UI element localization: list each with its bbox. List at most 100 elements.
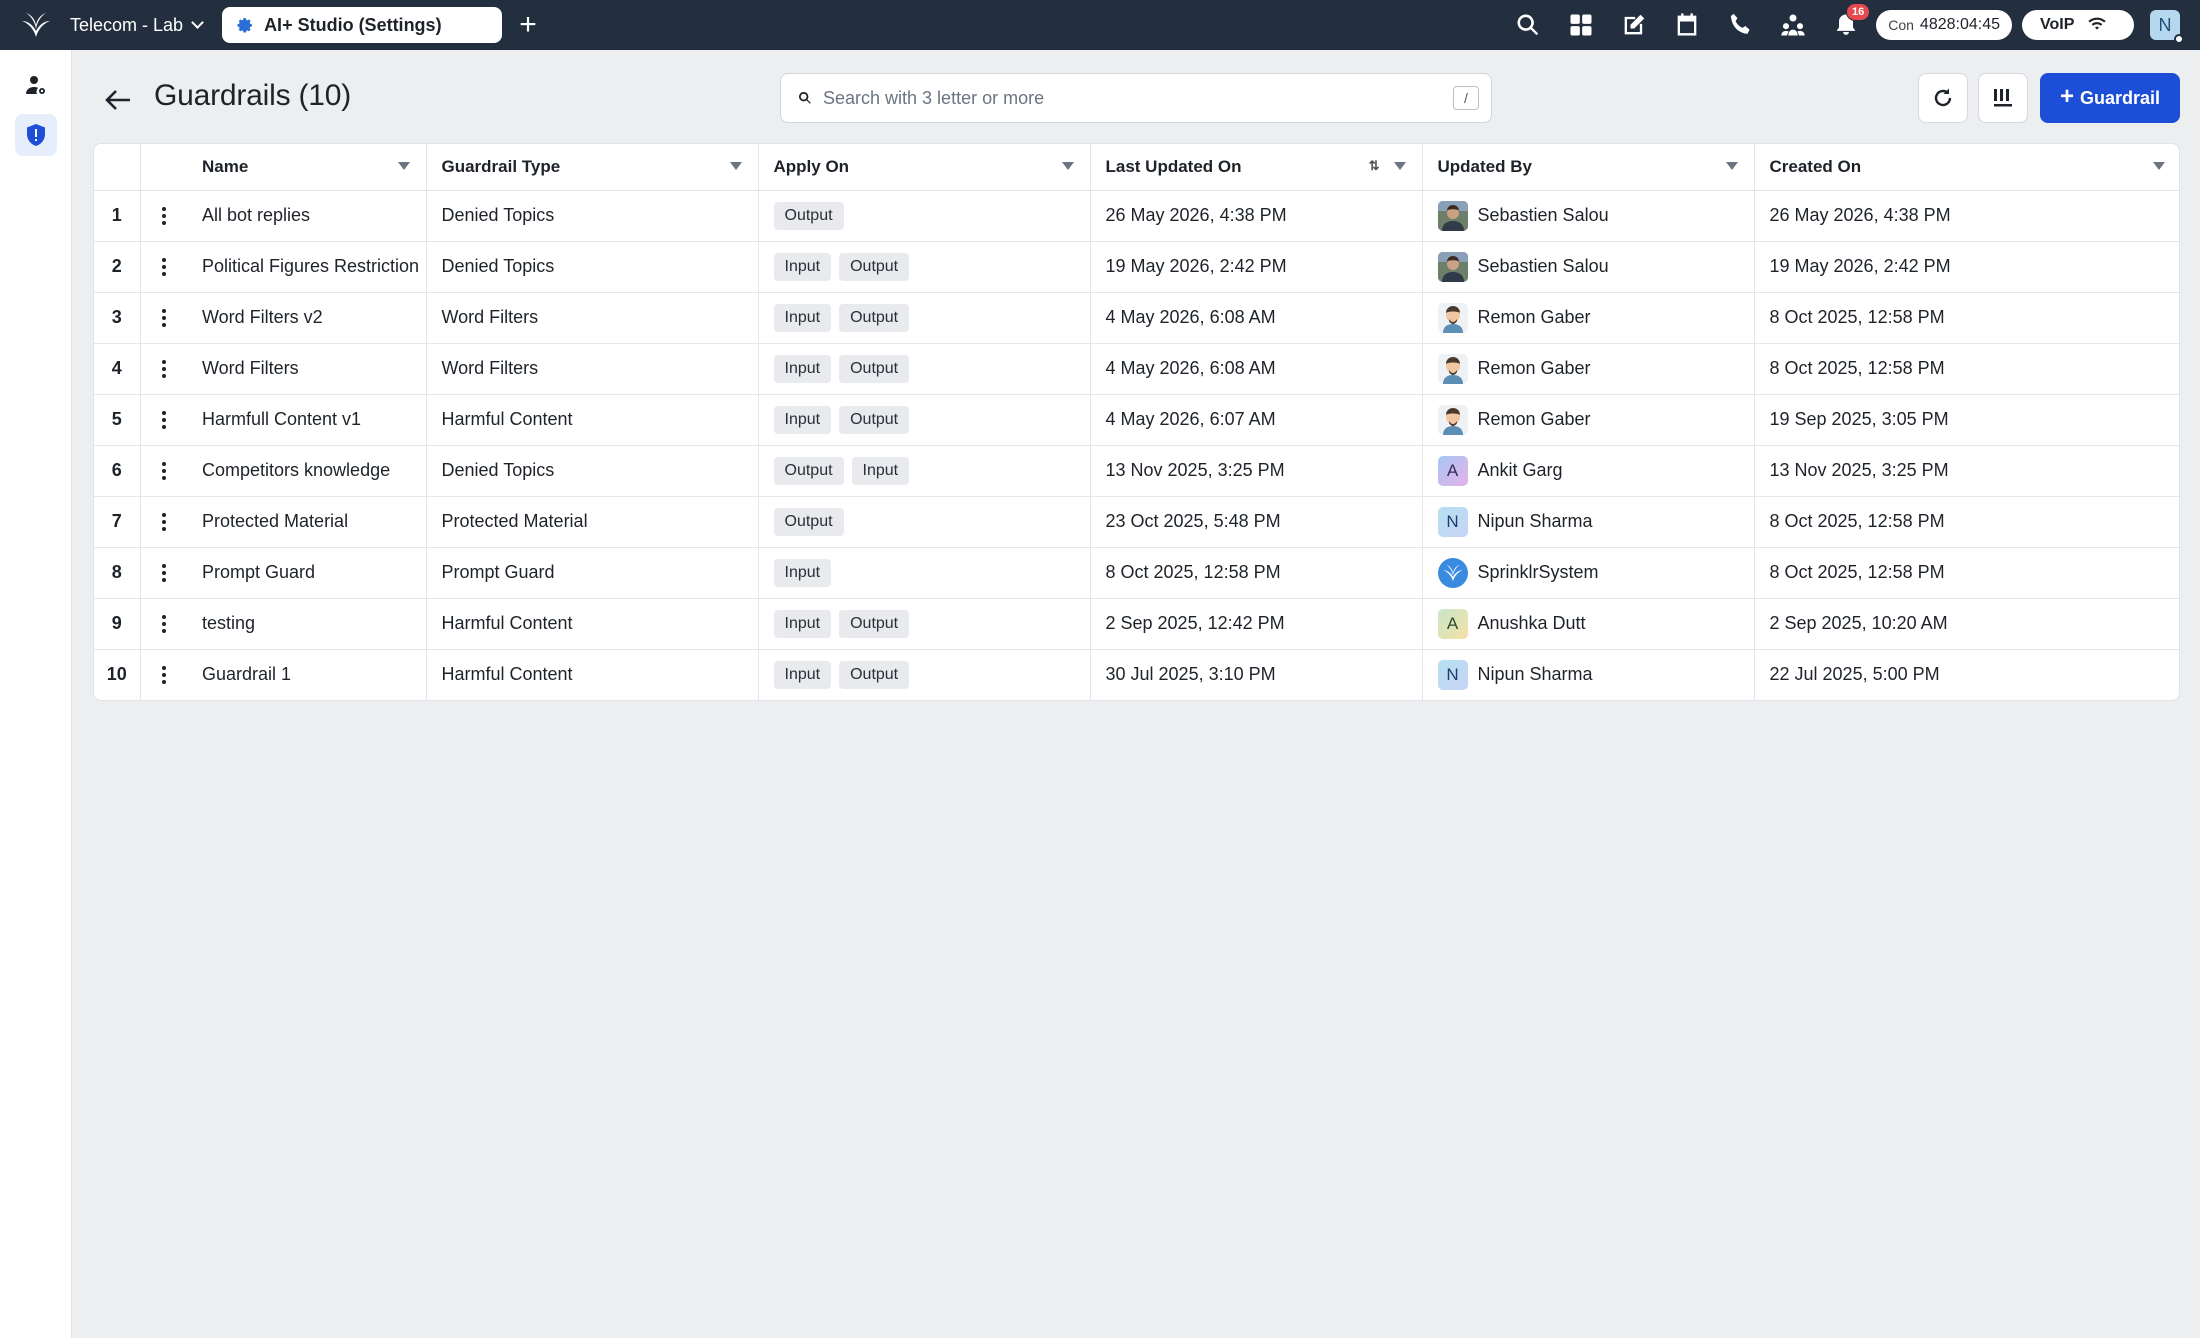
more-options-icon[interactable] xyxy=(154,252,174,282)
more-options-icon[interactable] xyxy=(154,558,174,588)
guardrail-name[interactable]: Harmfull Content v1 xyxy=(187,394,427,446)
updated-by-name: Ankit Garg xyxy=(1477,460,1563,480)
rail-item-users[interactable] xyxy=(15,64,57,106)
row-actions-cell xyxy=(140,496,187,548)
row-actions-cell xyxy=(140,598,187,650)
tab-label: AI+ Studio (Settings) xyxy=(264,14,442,35)
row-index: 3 xyxy=(94,292,141,344)
tab-ai-studio-settings[interactable]: AI+ Studio (Settings) xyxy=(222,7,503,43)
apply-on-chip: Output xyxy=(839,405,910,434)
column-menu-caret-icon[interactable] xyxy=(729,162,742,170)
table-row[interactable]: 9 testing Harmful Content Input Output 2 … xyxy=(94,598,2179,650)
more-options-icon[interactable] xyxy=(154,303,174,333)
page-title: Guardrails (10) xyxy=(154,79,352,112)
add-guardrail-button[interactable]: + Guardrail xyxy=(2040,73,2180,123)
con-status-pill[interactable]: Con 4828:04:45 xyxy=(1876,10,2012,40)
search-icon[interactable] xyxy=(1512,9,1544,41)
guardrail-name[interactable]: Competitors knowledge xyxy=(187,445,427,497)
column-menu-caret-icon[interactable] xyxy=(397,162,410,170)
table-row[interactable]: 6 Competitors knowledge Denied Topics Ou… xyxy=(94,445,2179,497)
voip-status-pill[interactable]: VoIP xyxy=(2022,10,2134,40)
guardrail-type: Harmful Content xyxy=(426,598,759,650)
created-on: 13 Nov 2025, 3:25 PM xyxy=(1754,445,2179,497)
column-header-label: Created On xyxy=(1769,156,1862,176)
guardrail-type: Word Filters xyxy=(426,343,759,395)
column-header-apply-on[interactable]: Apply On xyxy=(758,144,1091,191)
sort-descending-icon[interactable]: ⇅ xyxy=(1369,158,1380,174)
more-options-icon[interactable] xyxy=(154,405,174,435)
table-row[interactable]: 5 Harmfull Content v1 Harmful Content In… xyxy=(94,394,2179,446)
more-options-icon[interactable] xyxy=(154,354,174,384)
workspace-switcher[interactable]: Telecom - Lab xyxy=(70,15,204,36)
user-photo-avatar xyxy=(1437,251,1468,282)
guardrail-name[interactable]: Political Figures Restriction xyxy=(187,241,427,293)
apply-on-chip: Output xyxy=(773,201,844,230)
guardrail-name[interactable]: Protected Material xyxy=(187,496,427,548)
more-options-icon[interactable] xyxy=(154,609,174,639)
search-input[interactable] xyxy=(823,87,1443,109)
guardrail-name[interactable]: Guardrail 1 xyxy=(187,649,427,700)
more-options-icon[interactable] xyxy=(154,660,174,690)
guardrail-type: Denied Topics xyxy=(426,190,759,242)
phone-icon[interactable] xyxy=(1724,9,1756,41)
top-bar: Telecom - Lab AI+ Studio (Settings) + 16… xyxy=(0,0,2200,50)
column-header-updated-by[interactable]: Updated By xyxy=(1422,144,1755,191)
last-updated-on: 4 May 2026, 6:07 AM xyxy=(1090,394,1423,446)
table-row[interactable]: 7 Protected Material Protected Material … xyxy=(94,496,2179,548)
user-initial-avatar: A xyxy=(1437,608,1468,639)
updated-by-cell: Sebastien Salou xyxy=(1422,241,1755,293)
row-index: 2 xyxy=(94,241,141,293)
apps-grid-icon[interactable] xyxy=(1565,9,1597,41)
more-options-icon[interactable] xyxy=(154,456,174,486)
row-index: 10 xyxy=(94,649,141,700)
table-row[interactable]: 8 Prompt Guard Prompt Guard Input 8 Oct … xyxy=(94,547,2179,599)
search-icon xyxy=(799,92,811,104)
column-menu-caret-icon[interactable] xyxy=(2153,162,2165,170)
row-actions-cell xyxy=(140,190,187,242)
back-button[interactable] xyxy=(100,82,136,118)
table-row[interactable]: 10 Guardrail 1 Harmful Content Input Outp… xyxy=(94,649,2179,700)
new-tab-button[interactable]: + xyxy=(512,9,544,41)
apply-on-cell: Output xyxy=(758,190,1091,242)
guardrail-name[interactable]: testing xyxy=(187,598,427,650)
guardrail-name[interactable]: Word Filters xyxy=(187,343,427,395)
created-on: 8 Oct 2025, 12:58 PM xyxy=(1754,292,2179,344)
more-options-icon[interactable] xyxy=(154,507,174,537)
table-row[interactable]: 4 Word Filters Word Filters Input Output … xyxy=(94,343,2179,395)
column-menu-caret-icon[interactable] xyxy=(1061,162,1074,170)
column-settings-button[interactable] xyxy=(1978,73,2028,123)
guardrail-type: Denied Topics xyxy=(426,445,759,497)
user-initial-avatar: N xyxy=(1437,506,1468,537)
guardrail-name[interactable]: Prompt Guard xyxy=(187,547,427,599)
presence-dot xyxy=(2174,34,2184,44)
table-row[interactable]: 3 Word Filters v2 Word Filters Input Outp… xyxy=(94,292,2179,344)
notifications-bell-icon[interactable]: 16 xyxy=(1830,3,1871,41)
column-header-last-updated-on[interactable]: Last Updated On ⇅ xyxy=(1090,144,1423,191)
user-avatar[interactable]: N xyxy=(2150,10,2184,44)
column-header-label: Guardrail Type xyxy=(441,156,561,176)
search-bar[interactable]: / xyxy=(780,73,1492,123)
table-row[interactable]: 2 Political Figures Restriction Denied T… xyxy=(94,241,2179,293)
updated-by-name: Nipun Sharma xyxy=(1477,664,1593,685)
sprinklr-logo-icon[interactable] xyxy=(18,7,54,43)
column-header-name[interactable]: Name xyxy=(187,144,427,191)
calendar-icon[interactable] xyxy=(1671,9,1703,41)
refresh-button[interactable] xyxy=(1918,73,1968,123)
compose-icon[interactable] xyxy=(1618,9,1650,41)
column-menu-caret-icon[interactable] xyxy=(1393,162,1406,170)
updated-by-cell: Sebastien Salou xyxy=(1422,190,1755,242)
apply-on-chip: Input xyxy=(773,354,832,383)
updated-by-cell: Remon Gaber xyxy=(1422,292,1755,344)
column-menu-caret-icon[interactable] xyxy=(1725,162,1738,170)
column-header-created-on[interactable]: Created On xyxy=(1754,144,2179,191)
rail-item-guardrails[interactable] xyxy=(15,114,57,156)
updated-by-cell: N Nipun Sharma xyxy=(1422,496,1755,548)
table-row[interactable]: 1 All bot replies Denied Topics Output 2… xyxy=(94,190,2179,242)
guardrail-name[interactable]: All bot replies xyxy=(187,190,427,242)
updated-by-name: Remon Gaber xyxy=(1477,307,1591,327)
guardrail-name[interactable]: Word Filters v2 xyxy=(187,292,427,344)
agents-icon[interactable] xyxy=(1777,9,1809,41)
column-header-guardrail-type[interactable]: Guardrail Type xyxy=(426,144,759,191)
more-options-icon[interactable] xyxy=(154,201,174,231)
last-updated-on: 2 Sep 2025, 12:42 PM xyxy=(1090,598,1423,650)
